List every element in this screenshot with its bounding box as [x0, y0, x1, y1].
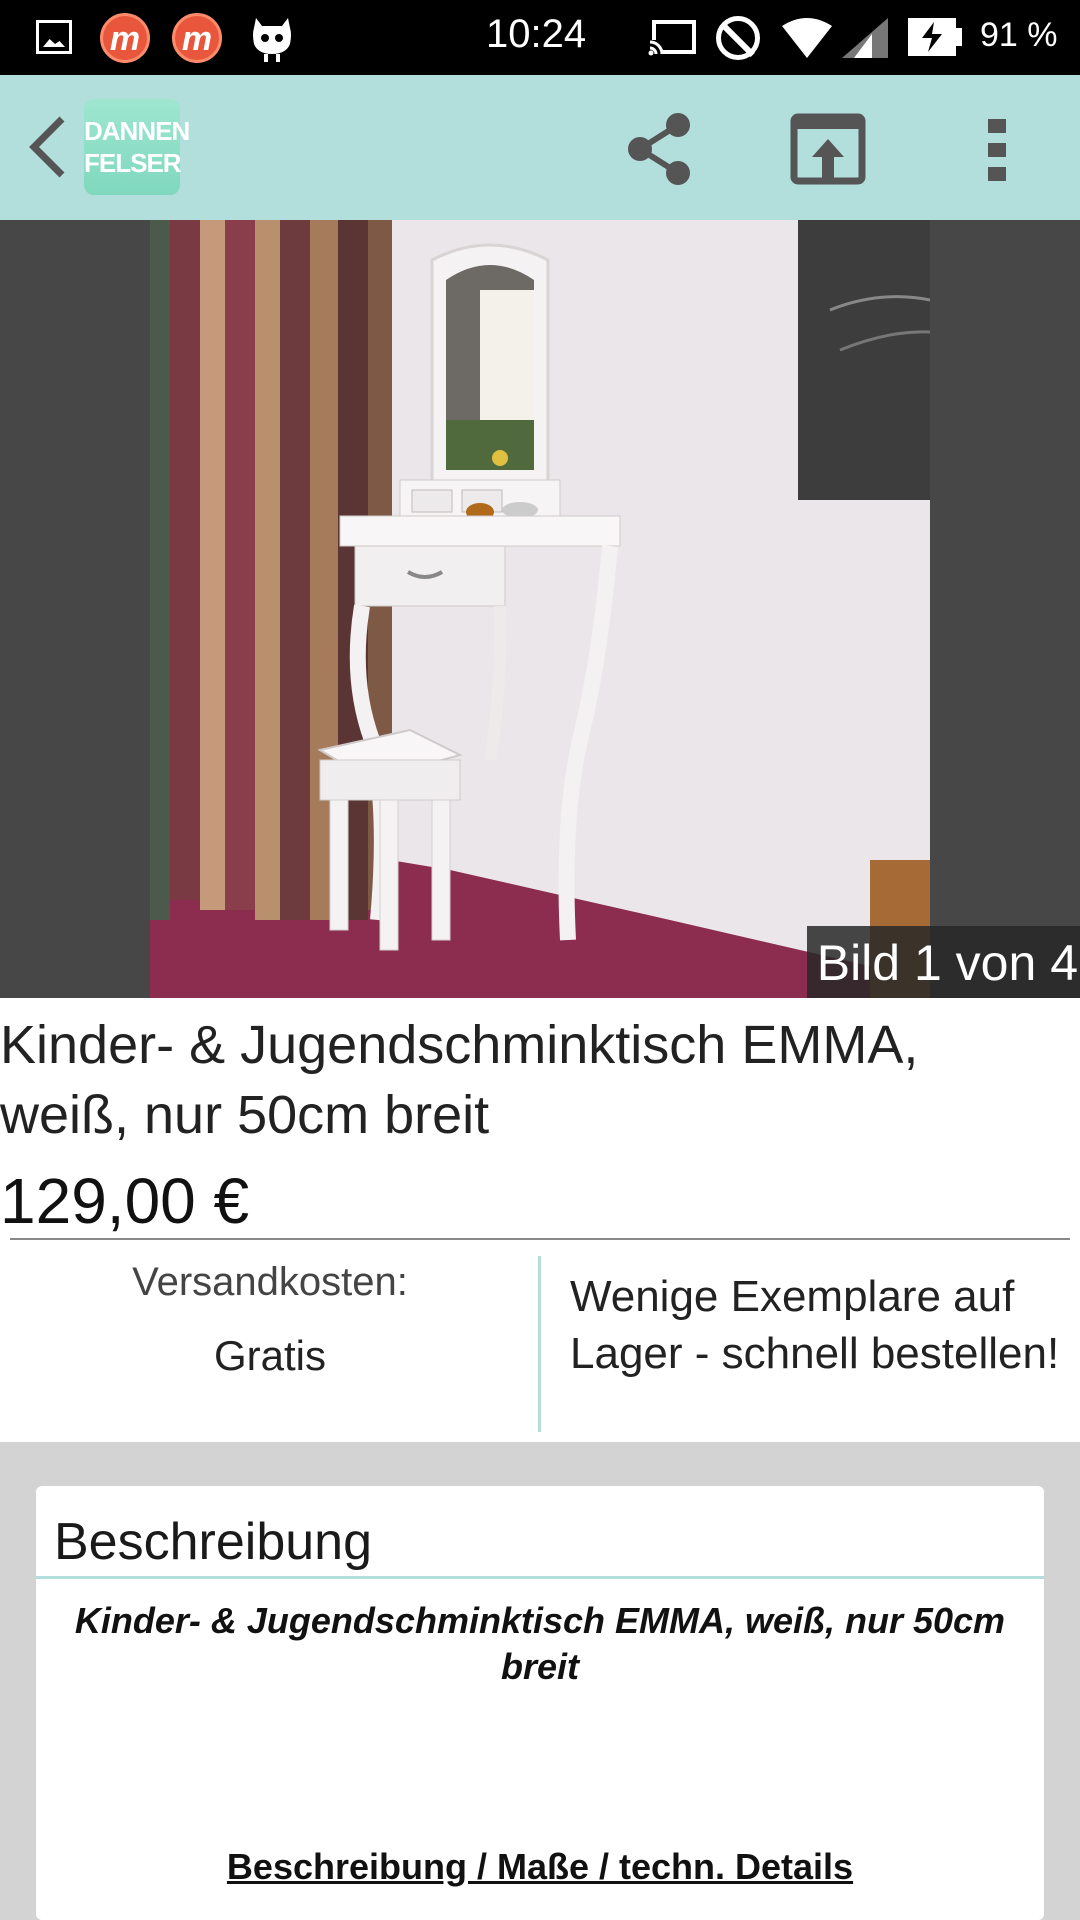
details-link[interactable]: Beschreibung / Maße / techn. Details — [36, 1846, 1044, 1888]
open-in-browser-icon[interactable] — [790, 113, 866, 185]
logo-line-2: FELSER — [84, 148, 182, 178]
android-debug-icon — [253, 18, 291, 62]
description-heading: Beschreibung — [54, 1513, 372, 1571]
image-counter: Bild 1 von 4 — [806, 926, 1080, 998]
shipping-value: Gratis — [213, 1332, 326, 1379]
description-subtitle: Kinder- & Jugendschminktisch EMMA, weiß,… — [74, 1600, 1006, 1687]
back-arrow-icon[interactable] — [28, 115, 68, 179]
app-notification-icon: m — [172, 13, 222, 63]
app-notification-icon: m — [100, 13, 150, 63]
image-gallery[interactable]: Bild 1 von 4 — [0, 220, 1080, 998]
cast-icon — [648, 20, 696, 56]
product-photo[interactable] — [150, 220, 930, 998]
battery-charging-icon — [908, 18, 962, 56]
gallery-notification-icon — [36, 20, 72, 54]
wifi-icon — [782, 18, 832, 58]
stock-note: Wenige Exemplare auf Lager - schnell bes… — [570, 1272, 1060, 1378]
product-price: 129,00 € — [0, 1165, 250, 1237]
battery-percentage: 91 % — [980, 16, 1058, 54]
app-bar: DANNEN FELSER — [0, 75, 1080, 220]
clock: 10:24 — [486, 12, 587, 56]
store-logo[interactable]: DANNEN FELSER — [84, 99, 190, 195]
signal-icon — [842, 18, 888, 58]
more-options-icon[interactable] — [984, 117, 1010, 183]
status-bar: m m 10:24 91 % — [0, 0, 1080, 75]
vertical-divider — [538, 1256, 541, 1432]
logo-line-1: DANNEN — [84, 116, 190, 146]
shipping-label: Versandkosten: — [132, 1260, 408, 1304]
divider — [10, 1238, 1070, 1240]
description-card: Beschreibung Kinder- & Jugendschminktisc… — [36, 1486, 1044, 1920]
vanity-table-illustration — [150, 220, 930, 998]
product-title: Kinder- & Jugendschminktisch EMMA, weiß,… — [0, 1015, 919, 1145]
do-not-disturb-icon — [716, 16, 760, 60]
share-icon[interactable] — [624, 111, 696, 187]
heading-underline — [36, 1576, 1044, 1579]
product-info: Kinder- & Jugendschminktisch EMMA, weiß,… — [0, 998, 1080, 1442]
